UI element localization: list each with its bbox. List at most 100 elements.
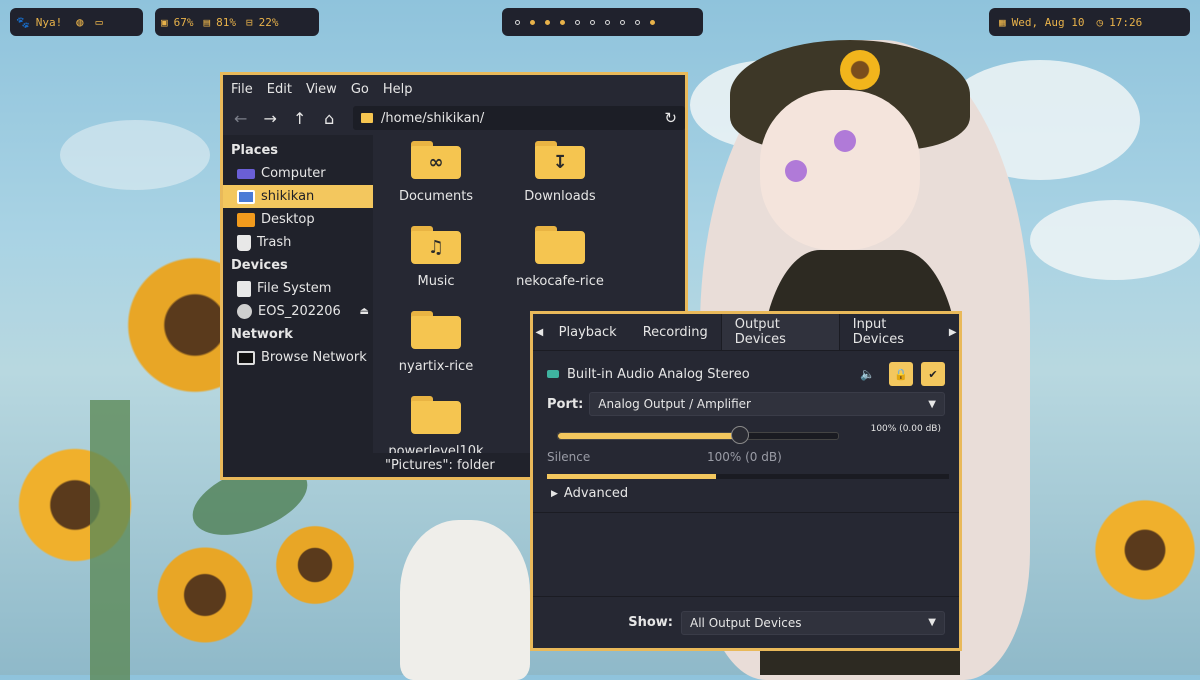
- volume-readout: 100% (0.00 dB): [870, 424, 941, 434]
- show-select[interactable]: All Output Devices ▼: [681, 610, 945, 635]
- sidebar-item-shikikan[interactable]: shikikan: [223, 185, 373, 208]
- folder-icon[interactable]: ▭: [95, 15, 102, 29]
- launcher-pill: 🐾 Nya! ◍ ▭: [10, 8, 143, 36]
- sidebar-item-computer[interactable]: Computer: [223, 162, 373, 185]
- location-bar[interactable]: /home/shikikan/ ↻: [353, 106, 685, 130]
- tab-output-devices[interactable]: Output Devices: [720, 314, 840, 350]
- folder-label: nyartix-rice: [398, 359, 474, 374]
- workspace-dot[interactable]: [650, 19, 655, 25]
- advanced-expander[interactable]: ▶ Advanced: [551, 486, 628, 501]
- music-note-icon: ♫: [411, 231, 461, 264]
- forward-arrow-icon[interactable]: →: [261, 108, 281, 128]
- folder-downloads[interactable]: ↧ Downloads: [505, 141, 615, 204]
- back-arrow-icon[interactable]: ←: [231, 108, 251, 128]
- menu-edit[interactable]: Edit: [267, 82, 292, 97]
- trash-icon: [237, 234, 251, 251]
- clock-icon: ◷: [1096, 15, 1104, 29]
- time-text[interactable]: 17:26: [1109, 16, 1142, 29]
- cpu-icon: ▣: [161, 15, 168, 29]
- menu-file[interactable]: File: [231, 82, 253, 97]
- tab-scroll-left-icon[interactable]: ◀: [533, 327, 546, 338]
- chevron-down-icon: ▼: [928, 398, 936, 410]
- footer: Show: All Output Devices ▼: [533, 596, 959, 648]
- devices-header: Devices: [231, 258, 288, 273]
- set-default-button[interactable]: ✔: [921, 362, 945, 386]
- lock-channels-button[interactable]: 🔒: [889, 362, 913, 386]
- workspace-dot[interactable]: [575, 19, 580, 25]
- sidebar-item-label: Trash: [257, 235, 292, 250]
- sidebar-item-browse-network[interactable]: Browse Network: [223, 346, 373, 369]
- device-separator: [533, 512, 959, 513]
- chevron-down-icon: ▼: [928, 617, 936, 628]
- tab-recording[interactable]: Recording: [630, 314, 721, 350]
- workspace-switcher: [502, 8, 703, 36]
- volume-fill: [558, 433, 740, 439]
- port-select[interactable]: Analog Output / Amplifier ▼: [589, 392, 945, 416]
- peak-meter: [547, 474, 949, 479]
- folder-nyartix-rice[interactable]: nyartix-rice: [381, 311, 491, 374]
- status-text: "Pictures": folder: [385, 457, 495, 473]
- memory-icon: ▤: [203, 15, 211, 29]
- disk-value: 22%: [258, 15, 279, 29]
- places-header: Places: [231, 143, 279, 158]
- advanced-label: Advanced: [563, 486, 629, 501]
- peak-meter-fill: [547, 474, 716, 479]
- workspace-dot[interactable]: [545, 19, 550, 25]
- download-icon: ↧: [535, 146, 585, 179]
- sidebar-item-filesystem[interactable]: File System: [223, 277, 373, 300]
- folder-nekocafe-rice[interactable]: nekocafe-rice: [505, 226, 615, 289]
- cpu-value: 67%: [173, 15, 194, 29]
- sidebar-item-desktop[interactable]: Desktop: [223, 208, 373, 231]
- menu-help[interactable]: Help: [383, 82, 413, 97]
- folder-powerlevel10k[interactable]: powerlevel10k: [381, 396, 491, 456]
- port-row: Port: Analog Output / Amplifier ▼: [547, 392, 945, 416]
- sound-card-icon: [547, 370, 559, 378]
- sidebar-item-label: Desktop: [261, 212, 315, 227]
- workspace-dot[interactable]: [590, 19, 595, 25]
- memory-value: 81%: [216, 15, 236, 29]
- port-label: Port:: [547, 396, 584, 412]
- globe-icon[interactable]: ◍: [76, 15, 83, 29]
- workspace-dot[interactable]: [620, 19, 625, 25]
- home-icon[interactable]: ⌂: [320, 108, 340, 128]
- sidebar-item-label: shikikan: [261, 189, 315, 204]
- sidebar-item-label: EOS_202206: [258, 304, 341, 319]
- date-text[interactable]: Wed, Aug 10: [1012, 16, 1085, 29]
- port-value: Analog Output / Amplifier: [598, 397, 751, 411]
- network-header: Network: [231, 327, 293, 342]
- tab-scroll-right-icon[interactable]: ▶: [946, 327, 959, 338]
- sidebar-item-eos[interactable]: EOS_202206 ⏏: [223, 300, 373, 323]
- menu-go[interactable]: Go: [351, 82, 369, 97]
- location-path: /home/shikikan/: [381, 110, 485, 126]
- drive-icon: [237, 280, 251, 297]
- mute-icon[interactable]: 🔈: [860, 367, 875, 381]
- system-stats-pill: ▣ 67% ▤ 81% ⊟ 22%: [155, 8, 319, 36]
- refresh-icon[interactable]: ↻: [664, 109, 677, 127]
- folder-documents[interactable]: ∞ Documents: [381, 141, 491, 204]
- menubar: File Edit View Go Help: [223, 75, 685, 103]
- paperclip-icon: ∞: [411, 146, 461, 179]
- tab-input-devices[interactable]: Input Devices: [840, 314, 947, 350]
- up-arrow-icon[interactable]: ↑: [290, 108, 310, 128]
- show-label: Show:: [628, 615, 673, 630]
- workspace-dot[interactable]: [560, 19, 565, 25]
- folder-music[interactable]: ♫ Music: [381, 226, 491, 289]
- launcher-label[interactable]: Nya!: [36, 16, 63, 29]
- workspace-dot[interactable]: [515, 19, 520, 25]
- sidebar-item-label: Computer: [261, 166, 326, 181]
- workspace-dot[interactable]: [530, 19, 535, 25]
- tab-playback[interactable]: Playback: [546, 314, 630, 350]
- paw-icon[interactable]: 🐾: [16, 16, 30, 29]
- computer-icon: [237, 168, 255, 179]
- sidebar-item-trash[interactable]: Trash: [223, 231, 373, 254]
- menu-view[interactable]: View: [306, 82, 337, 97]
- workspace-dot[interactable]: [605, 19, 610, 25]
- disc-icon: [237, 304, 252, 319]
- folder-label: Documents: [398, 189, 474, 204]
- workspace-dot[interactable]: [635, 19, 640, 25]
- device-header: Built-in Audio Analog Stereo 🔈 🔒 ✔: [547, 362, 945, 386]
- eject-icon[interactable]: ⏏: [360, 306, 369, 317]
- home-folder-icon: [237, 189, 255, 204]
- volume-knob[interactable]: [731, 426, 749, 444]
- volume-slider[interactable]: [557, 426, 839, 444]
